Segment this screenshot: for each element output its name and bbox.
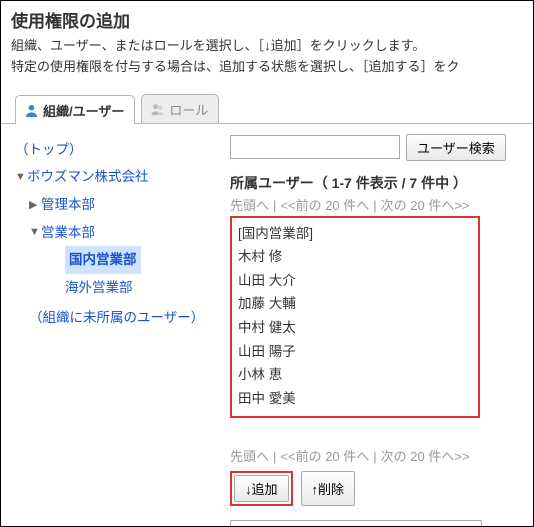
list-item[interactable]: 加藤 大輔 <box>238 292 472 316</box>
added-list-box: [国内営業部] <box>230 520 482 527</box>
user-list-box: [国内営業部] 木村 修 山田 大介 加藤 大輔 中村 健太 山田 陽子 小林 … <box>230 216 480 418</box>
pager-top-prev[interactable]: <<前の 20 件へ <box>280 198 369 213</box>
desc-line-2: 特定の使用権限を付与する場合は、追加する状態を選択し、［追加する］をク <box>11 59 460 74</box>
pager-top-next[interactable]: 次の 20 件へ>> <box>381 198 470 213</box>
tab-role[interactable]: ロール <box>141 94 219 123</box>
tree-overseas[interactable]: 海外営業部 <box>65 274 133 302</box>
list-item[interactable]: 山田 大介 <box>238 269 472 293</box>
tree-unassigned[interactable]: （組織に未所属のユーザー） <box>29 304 204 332</box>
list-item[interactable]: 田中 愛美 <box>238 387 472 411</box>
caret-right-icon[interactable]: ▶ <box>29 194 39 217</box>
org-tree: （トップ） ▼ボウズマン株式会社 ▶管理本部 ▼営業本部 国内営業部 海外営業部… <box>1 124 226 527</box>
tab-org-user-label: 組織/ユーザー <box>43 101 124 120</box>
caret-down-icon[interactable]: ▼ <box>15 166 25 189</box>
desc-line-1: 組織、ユーザー、またはロールを選択し、［↓追加］をクリックします。 <box>11 38 425 53</box>
list-item[interactable]: 山田 陽子 <box>238 340 472 364</box>
pager-top: 先頭へ|<<前の 20 件へ|次の 20 件へ>> <box>230 195 525 214</box>
tree-sales[interactable]: 営業本部 <box>41 219 95 247</box>
page-title: 使用権限の追加 <box>11 7 523 32</box>
user-search-button[interactable]: ユーザー検索 <box>406 134 506 161</box>
tree-management[interactable]: 管理本部 <box>41 191 95 219</box>
user-list-group[interactable]: [国内営業部] <box>238 222 472 246</box>
pager-bottom: 先頭へ|<<前の 20 件へ|次の 20 件へ>> <box>230 446 525 465</box>
add-button-highlight: ↓追加 <box>230 471 293 506</box>
list-item[interactable]: 小林 恵 <box>238 363 472 387</box>
list-item[interactable]: 木村 修 <box>238 245 472 269</box>
tree-top[interactable]: （トップ） <box>15 136 83 164</box>
list-item[interactable]: 中村 健太 <box>238 316 472 340</box>
pager-bottom-next[interactable]: 次の 20 件へ>> <box>381 449 470 464</box>
pager-bottom-prev[interactable]: <<前の 20 件へ <box>280 449 369 464</box>
page-description: 組織、ユーザー、またはロールを選択し、［↓追加］をクリックします。 特定の使用権… <box>11 36 523 78</box>
remove-button[interactable]: ↑削除 <box>301 471 356 506</box>
tab-org-user[interactable]: 組織/ユーザー <box>15 95 135 124</box>
tab-role-label: ロール <box>169 100 208 119</box>
tree-company[interactable]: ボウズマン株式会社 <box>27 163 149 191</box>
pager-bottom-first[interactable]: 先頭へ <box>230 449 269 464</box>
tree-domestic-selected[interactable]: 国内営業部 <box>65 246 141 274</box>
pager-top-first[interactable]: 先頭へ <box>230 198 269 213</box>
tabs: 組織/ユーザー ロール <box>1 94 533 124</box>
search-input[interactable] <box>230 135 400 159</box>
added-item[interactable]: [国内営業部] <box>237 524 475 527</box>
people-icon <box>150 102 165 117</box>
person-icon <box>24 103 39 118</box>
user-list-heading: 所属ユーザー（ 1-7 件表示 / 7 件中 ） <box>230 173 525 193</box>
caret-down-icon[interactable]: ▼ <box>29 221 39 244</box>
add-button[interactable]: ↓追加 <box>234 475 289 502</box>
